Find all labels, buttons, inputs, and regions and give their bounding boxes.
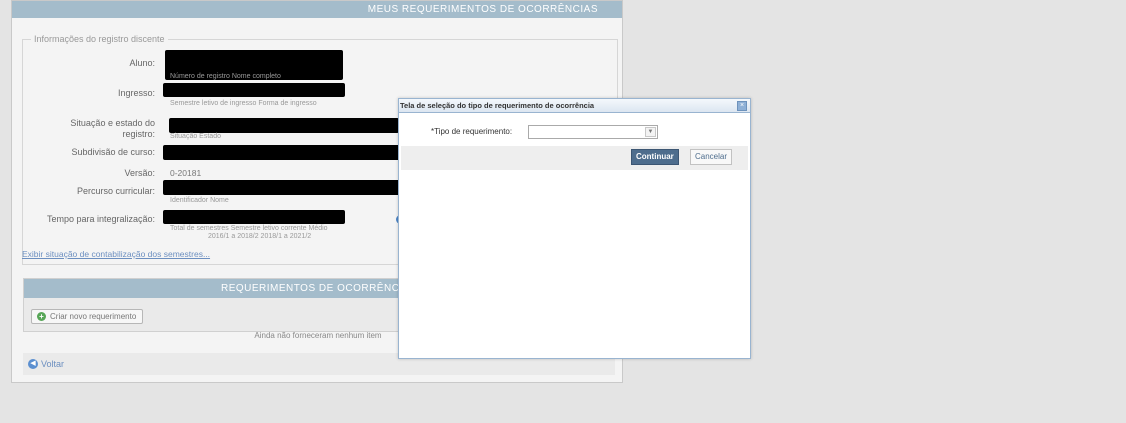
back-arrow-icon[interactable]: ◀ bbox=[28, 359, 38, 369]
tipo-requerimento-label: *Tipo de requerimento: bbox=[431, 127, 513, 136]
redacted-block bbox=[169, 118, 399, 133]
aluno-sub: Número de registro Nome completo bbox=[170, 73, 281, 80]
versao-value: 0-20181 bbox=[170, 168, 202, 178]
plus-icon: + bbox=[37, 312, 46, 321]
dialog-button-bar: Continuar Cancelar bbox=[401, 146, 748, 170]
percurso-sub: Identificador Nome bbox=[170, 197, 229, 204]
versao-label: Versão: bbox=[124, 168, 155, 178]
situacao-label-1: Situação e estado do bbox=[70, 118, 155, 128]
subdivisao-label: Subdivisão de curso: bbox=[71, 147, 155, 157]
dialog-titlebar: Tela de seleção do tipo de requerimento … bbox=[399, 99, 750, 113]
ingresso-label: Ingresso: bbox=[117, 88, 155, 98]
page-title: MEUS REQUERIMENTOS DE OCORRÊNCIAS bbox=[12, 1, 622, 18]
dialog-title: Tela de seleção do tipo de requerimento … bbox=[400, 101, 595, 110]
tipo-requerimento-dialog: Tela de seleção do tipo de requerimento … bbox=[398, 98, 751, 359]
close-icon[interactable]: × bbox=[737, 101, 747, 111]
exibir-situacao-link[interactable]: Exibir situação de contabilização dos se… bbox=[22, 249, 210, 259]
tipo-requerimento-row: *Tipo de requerimento: ▼ bbox=[399, 113, 750, 148]
criar-requerimento-button[interactable]: + Criar novo requerimento bbox=[31, 309, 144, 324]
situacao-sub: Situação Estado bbox=[170, 133, 221, 140]
aluno-label: Aluno: bbox=[129, 58, 155, 68]
redacted-block bbox=[163, 83, 345, 97]
tempo-label: Tempo para integralização: bbox=[46, 214, 155, 224]
tipo-requerimento-select[interactable]: ▼ bbox=[528, 125, 658, 139]
redacted-block bbox=[163, 210, 345, 224]
redacted-block bbox=[163, 180, 411, 195]
chevron-down-icon[interactable]: ▼ bbox=[645, 127, 656, 137]
ingresso-sub: Semestre letivo de ingresso Forma de ing… bbox=[170, 100, 317, 107]
fieldset-legend: Informações do registro discente bbox=[31, 34, 168, 44]
cancelar-button[interactable]: Cancelar bbox=[690, 149, 733, 165]
voltar-link[interactable]: Voltar bbox=[41, 359, 64, 369]
tempo-sub-2: 2016/1 a 2018/2 2018/1 a 2021/2 bbox=[208, 233, 312, 240]
criar-button-label: Criar novo requerimento bbox=[50, 312, 137, 321]
redacted-block bbox=[163, 145, 403, 160]
percurso-label: Percurso curricular: bbox=[76, 186, 155, 196]
situacao-label-2: registro: bbox=[122, 129, 155, 139]
tempo-sub-1: Total de semestres Semestre letivo corre… bbox=[170, 225, 328, 232]
continuar-button[interactable]: Continuar bbox=[631, 149, 679, 165]
